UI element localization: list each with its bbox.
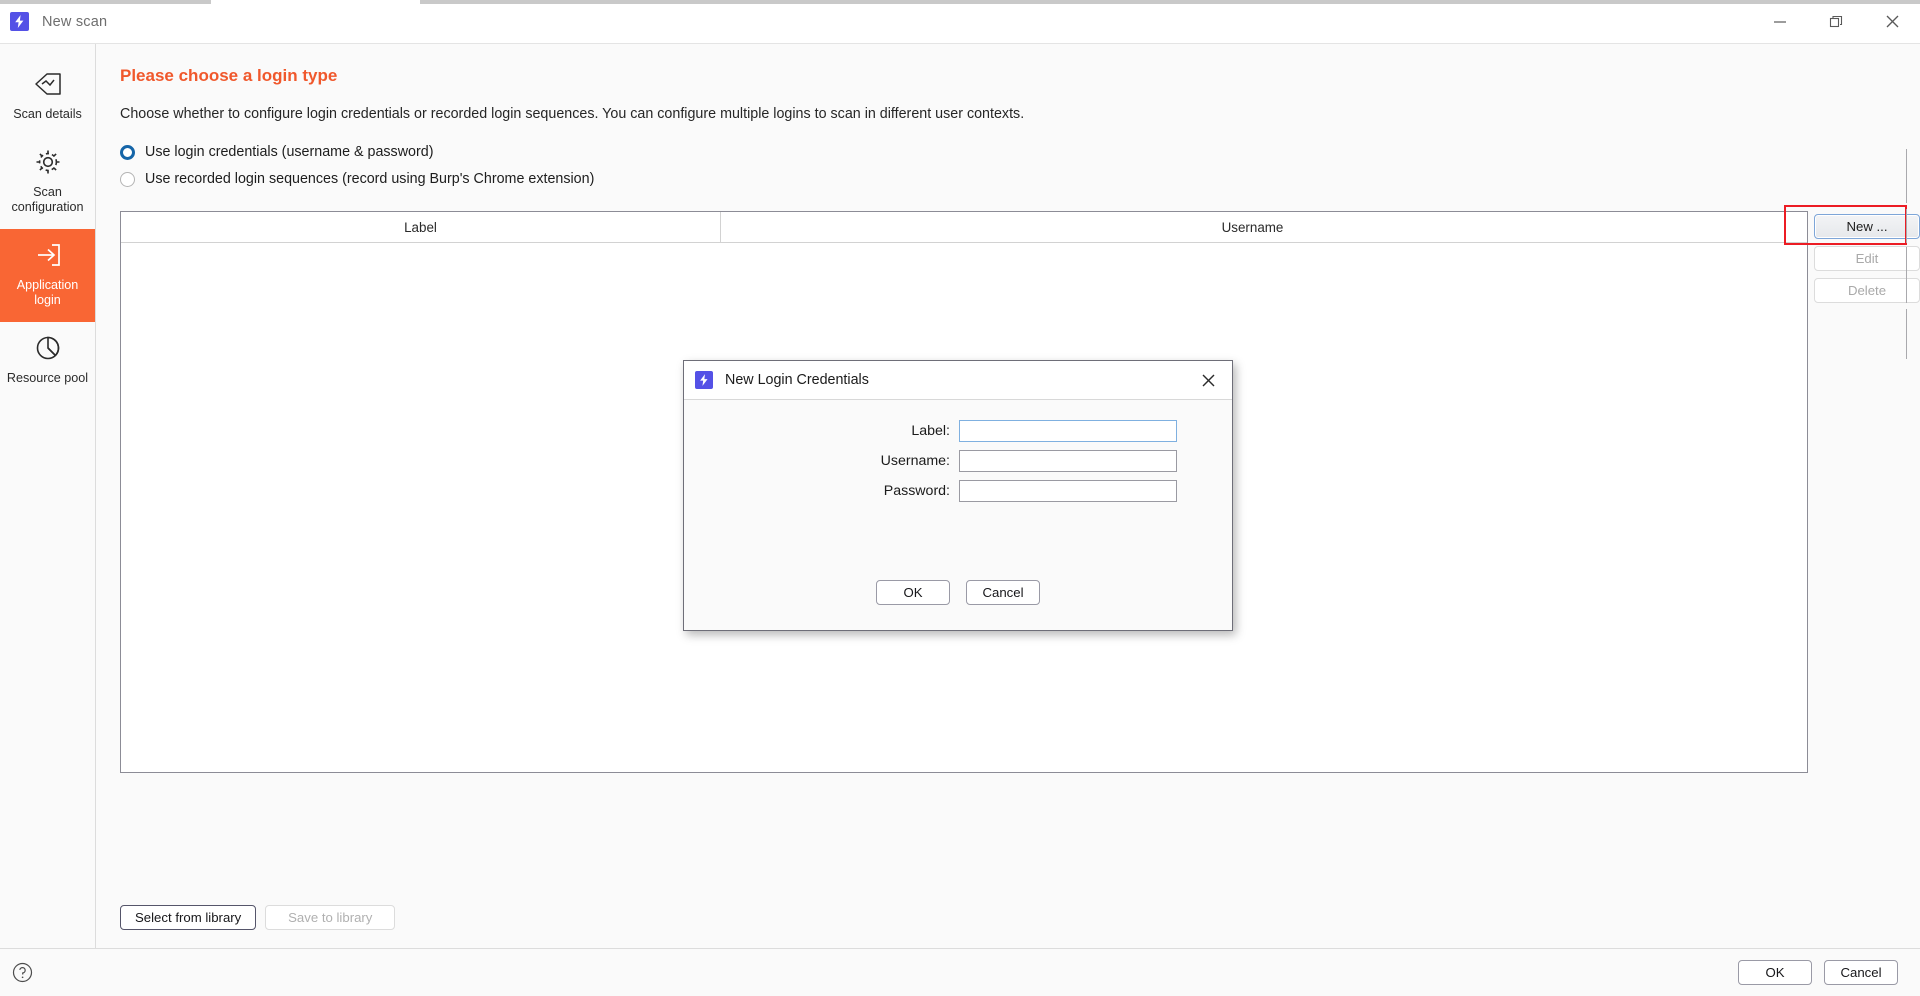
username-field[interactable] [959, 450, 1177, 472]
sidebar-item-label: Scan configuration [11, 185, 84, 214]
dialog-actions: OK Cancel [684, 574, 1232, 630]
burp-lightning-icon [10, 12, 29, 31]
edit-credential-button[interactable]: Edit [1814, 246, 1920, 271]
gear-icon [34, 148, 62, 176]
login-type-option-credentials[interactable]: Use login credentials (username & passwo… [120, 144, 1920, 160]
dialog-ok-button[interactable]: OK [876, 580, 950, 605]
window-controls [1752, 0, 1920, 43]
login-arrow-icon [34, 241, 62, 269]
radio-button[interactable] [120, 171, 135, 187]
login-type-option-recorded[interactable]: Use recorded login sequences (record usi… [120, 171, 1920, 187]
radio-button[interactable] [120, 144, 135, 160]
label-field-label: Label: [911, 423, 950, 439]
delete-credential-button[interactable]: Delete [1814, 278, 1920, 303]
label-field[interactable] [959, 420, 1177, 442]
column-header-label[interactable]: Label [121, 212, 721, 242]
password-field-label: Password: [883, 483, 950, 499]
pie-chart-icon [34, 334, 62, 362]
new-login-credentials-dialog: New Login Credentials Label: Username: P… [683, 360, 1233, 631]
burp-lightning-icon [695, 371, 713, 389]
page-description: Choose whether to configure login creden… [120, 106, 1025, 122]
form-row-password: Password: [684, 480, 1177, 502]
titlebar-tab-strip-left [0, 0, 211, 4]
radio-label: Use recorded login sequences (record usi… [145, 171, 595, 187]
window-title: New scan [42, 13, 108, 30]
dialog-cancel-button[interactable]: Cancel [966, 580, 1040, 605]
ok-button[interactable]: OK [1738, 960, 1812, 985]
scan-details-icon [33, 70, 63, 98]
help-circle-icon[interactable] [12, 962, 33, 983]
right-rail-divider-mid [1906, 209, 1907, 243]
table-action-buttons: New ... Edit Delete [1784, 149, 1920, 887]
form-row-username: Username: [684, 450, 1177, 472]
titlebar-tab-strip-right [420, 0, 1920, 4]
password-field[interactable] [959, 480, 1177, 502]
sidebar-item-resource-pool[interactable]: Resource pool [0, 322, 95, 400]
sidebar-item-application-login[interactable]: Application login [0, 229, 95, 322]
window-footer: OK Cancel [0, 948, 1920, 996]
cancel-button[interactable]: Cancel [1824, 960, 1898, 985]
form-row-label: Label: [684, 420, 1177, 442]
sidebar-item-scan-configuration[interactable]: Scan configuration [0, 136, 95, 229]
right-rail-divider-lower [1906, 247, 1907, 303]
sidebar-item-label: Application login [16, 278, 79, 307]
table-header-row: Label Username [121, 212, 1807, 243]
radio-label: Use login credentials (username & passwo… [145, 144, 434, 160]
sidebar-item-label: Resource pool [6, 371, 89, 385]
right-rail-divider-top [1906, 149, 1907, 203]
minimize-icon[interactable] [1752, 0, 1808, 44]
dialog-title: New Login Credentials [725, 372, 869, 388]
new-scan-window: New scan Scan details Scan configuration… [0, 0, 1920, 996]
footer-actions: OK Cancel [1738, 960, 1898, 985]
username-field-label: Username: [880, 453, 950, 469]
sidebar-item-scan-details[interactable]: Scan details [0, 58, 95, 136]
window-titlebar: New scan [0, 0, 1920, 44]
restore-icon[interactable] [1808, 0, 1864, 44]
page-title: Please choose a login type [120, 66, 338, 85]
column-header-spacer [1785, 212, 1807, 242]
right-rail-divider-bottom [1906, 309, 1907, 359]
sidebar-nav: Scan details Scan configuration Applicat… [0, 44, 96, 948]
close-icon[interactable] [1864, 0, 1920, 44]
new-credential-button[interactable]: New ... [1814, 214, 1920, 239]
close-icon[interactable] [1194, 366, 1222, 394]
library-buttons-row: Select from library Save to library [120, 887, 1920, 948]
save-to-library-button[interactable]: Save to library [265, 905, 396, 930]
dialog-form: Label: Username: Password: [684, 400, 1232, 574]
column-header-username[interactable]: Username [721, 212, 1785, 242]
select-from-library-button[interactable]: Select from library [120, 905, 257, 930]
sidebar-item-label: Scan details [13, 107, 82, 121]
dialog-titlebar: New Login Credentials [684, 361, 1232, 400]
